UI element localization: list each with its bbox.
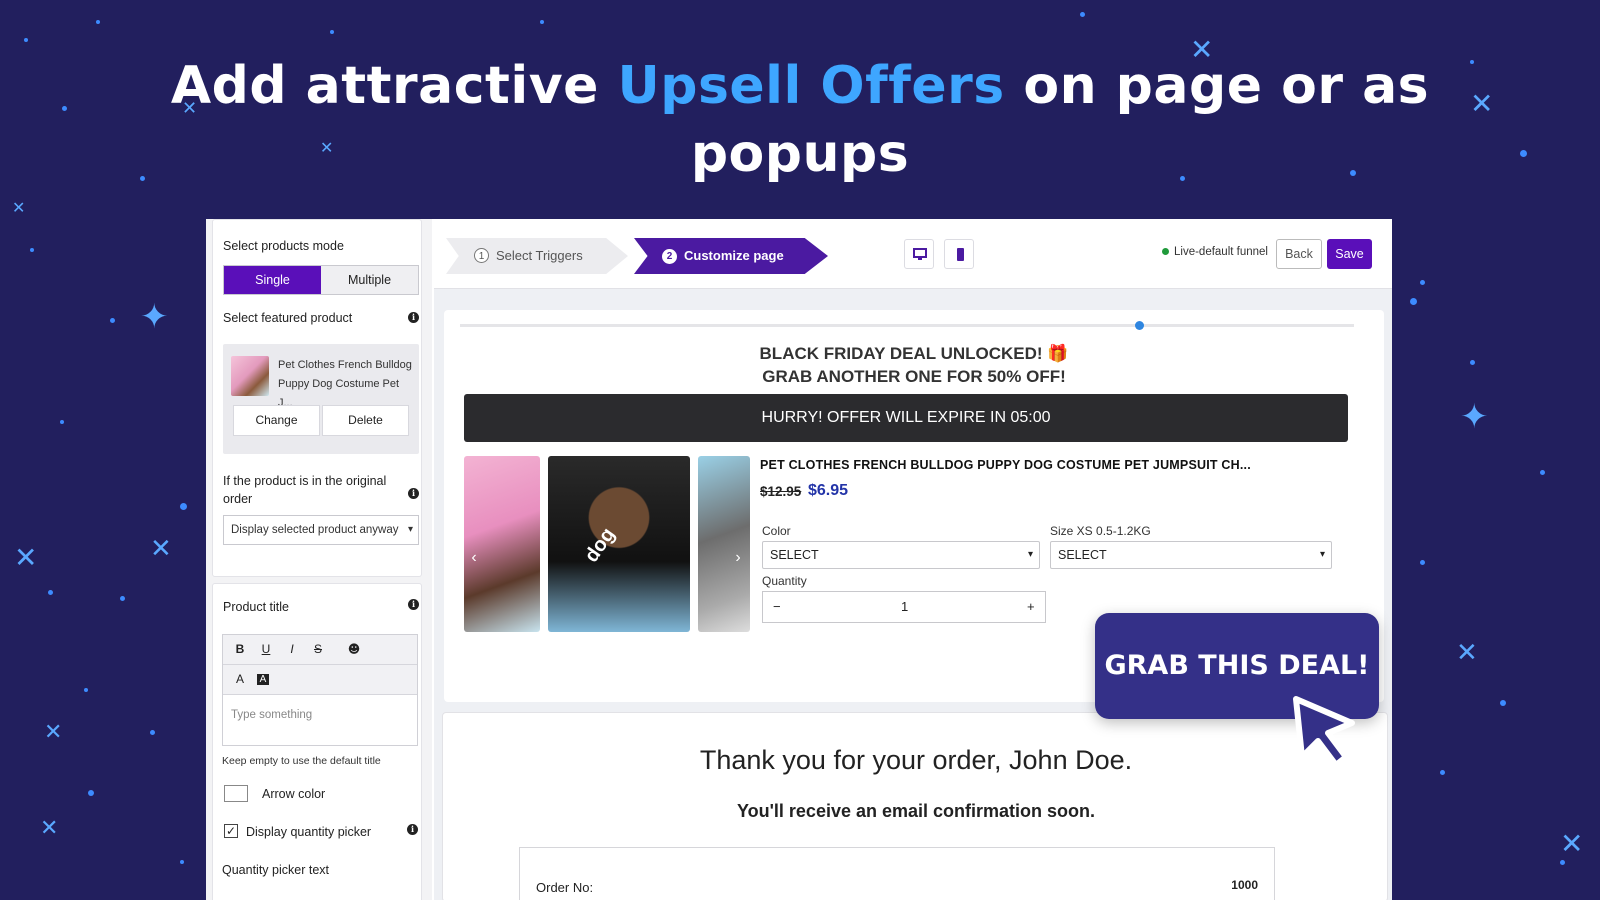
strikethrough-icon[interactable]: S — [309, 642, 327, 656]
display-quantity-checkbox[interactable]: ✓ — [224, 824, 238, 838]
featured-product-box: Pet Clothes French Bulldog Puppy Dog Cos… — [223, 344, 419, 454]
order-number-value: 1000 — [1231, 878, 1258, 892]
offer-headline-line1: BLACK FRIDAY DEAL UNLOCKED! 🎁 — [759, 344, 1069, 363]
arrow-color-swatch[interactable] — [224, 785, 248, 802]
new-price: $6.95 — [808, 482, 849, 499]
offer-product-title: PET CLOTHES FRENCH BULLDOG PUPPY DOG COS… — [760, 458, 1251, 472]
quantity-increment-button[interactable]: + — [1027, 599, 1035, 614]
headline-line2: popups — [690, 124, 910, 184]
select-products-mode-label: Select products mode — [223, 239, 344, 253]
step-customize-page[interactable]: 2 Customize page — [634, 238, 828, 274]
size-label: Size XS 0.5-1.2KG — [1050, 524, 1151, 538]
info-icon[interactable]: i — [407, 824, 418, 835]
funnel-status: Live-default funnel — [1162, 246, 1268, 258]
change-product-button[interactable]: Change — [233, 405, 320, 436]
order-number-label: Order No: — [536, 880, 594, 895]
font-color-icon[interactable]: A — [231, 672, 249, 686]
background-color-icon[interactable]: A — [257, 674, 269, 685]
info-icon[interactable]: i — [408, 599, 419, 610]
mobile-view-button[interactable] — [944, 239, 974, 269]
offer-headline-line2: GRAB ANOTHER ONE FOR 50% OFF! — [762, 367, 1066, 386]
products-mode-toggle: Single Multiple — [223, 265, 419, 295]
carousel-next-arrow[interactable]: › — [728, 546, 748, 570]
thank-you-title: Thank you for your order, John Doe. — [699, 745, 1133, 775]
title-input-placeholder[interactable]: Type something — [231, 709, 312, 721]
original-order-label: If the product is in the original order — [223, 474, 387, 506]
product-image-1[interactable] — [464, 456, 540, 632]
desktop-view-button[interactable] — [904, 239, 934, 269]
app-window: Select products mode Single Multiple Sel… — [206, 219, 1392, 900]
mode-multiple-button[interactable]: Multiple — [321, 266, 418, 294]
old-price: $12.95 — [760, 484, 802, 499]
chevron-down-icon: ▾ — [1319, 549, 1325, 560]
order-summary-box: Order No: 1000 — [519, 847, 1275, 900]
title-rich-text-editor: B U I S ☻ A A Type something — [222, 634, 418, 746]
bold-icon[interactable]: B — [231, 642, 249, 656]
select-featured-product-label: Select featured product — [223, 311, 353, 325]
color-label: Color — [762, 524, 791, 538]
product-settings-card: Select products mode Single Multiple Sel… — [212, 219, 422, 577]
headline: Add attractive Upsell Offers on page or … — [0, 52, 1600, 188]
editor-topbar: 1 Select Triggers 2 Customize page Live-de… — [434, 219, 1392, 289]
mobile-icon — [957, 248, 964, 261]
status-dot — [1162, 248, 1169, 255]
mode-single-button[interactable]: Single — [224, 266, 321, 294]
back-button[interactable]: Back — [1276, 239, 1322, 269]
editor-toolbar-row2: A A — [223, 665, 417, 695]
info-icon[interactable]: i — [408, 312, 419, 323]
editor-main: 1 Select Triggers 2 Customize page Live-de… — [434, 219, 1392, 900]
quantity-decrement-button[interactable]: − — [773, 599, 781, 614]
quantity-value[interactable]: 1 — [901, 599, 908, 614]
product-image-2[interactable]: dog — [548, 456, 690, 632]
product-image-3[interactable] — [698, 456, 750, 632]
title-hint: Keep empty to use the default title — [222, 755, 381, 767]
color-select[interactable]: SELECT ▾ — [762, 541, 1040, 569]
step-select-triggers[interactable]: 1 Select Triggers — [446, 238, 628, 274]
settings-sidebar: Select products mode Single Multiple Sel… — [206, 219, 432, 900]
cursor-pointer-icon — [1293, 696, 1355, 768]
thank-you-subtitle: You'll receive an email confirmation soo… — [736, 801, 1096, 821]
offer-progress-knob — [1135, 321, 1145, 330]
arrow-color-label: Arrow color — [262, 787, 326, 801]
headline-highlight: Upsell Offers — [617, 56, 1005, 116]
thank-you-page-preview: Thank you for your order, John Doe. You'… — [442, 712, 1388, 900]
quantity-stepper: − 1 + — [762, 591, 1046, 623]
offer-countdown-banner: HURRY! OFFER WILL EXPIRE IN 05:00 — [464, 394, 1348, 442]
italic-icon[interactable]: I — [283, 642, 301, 656]
emoji-icon[interactable]: ☻ — [345, 642, 363, 656]
underline-icon[interactable]: U — [257, 642, 275, 656]
size-select[interactable]: SELECT ▾ — [1050, 541, 1332, 569]
product-thumbnail — [231, 356, 269, 396]
original-order-select[interactable]: Display selected product anyway ▾ — [223, 515, 419, 545]
offer-progress-fill — [460, 324, 1140, 327]
product-title-label: Product title — [223, 600, 290, 614]
quantity-picker-text-label: Quantity picker text — [222, 863, 329, 877]
delete-product-button[interactable]: Delete — [322, 405, 409, 436]
editor-toolbar-row1: B U I S ☻ — [223, 635, 417, 665]
chevron-down-icon: ▾ — [407, 524, 413, 535]
chevron-down-icon: ▾ — [1027, 549, 1033, 560]
desktop-icon — [913, 248, 927, 260]
offer-progress-bar — [460, 321, 1354, 330]
carousel-prev-arrow[interactable]: ‹ — [464, 546, 484, 570]
display-quantity-label: Display quantity picker — [246, 825, 372, 839]
info-icon[interactable]: i — [408, 488, 419, 499]
save-button[interactable]: Save — [1327, 239, 1372, 269]
quantity-label: Quantity — [762, 574, 807, 588]
